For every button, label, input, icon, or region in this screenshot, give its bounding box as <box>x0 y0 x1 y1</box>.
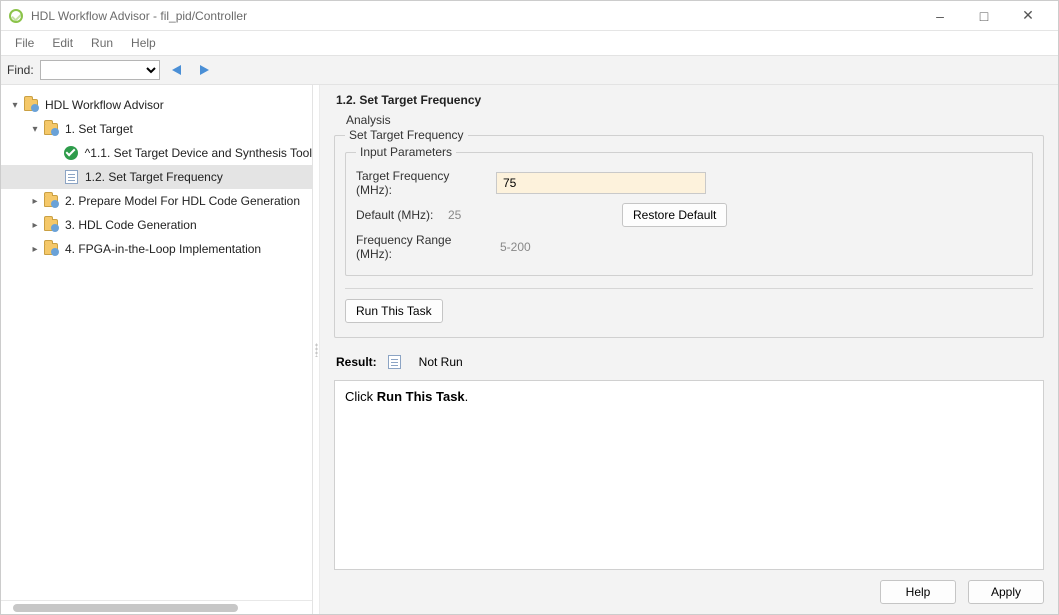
menu-help[interactable]: Help <box>123 34 164 52</box>
find-toolbar: Find: <box>1 55 1058 85</box>
footer: Help Apply <box>320 570 1058 614</box>
menu-edit[interactable]: Edit <box>44 34 81 52</box>
app-logo-icon <box>9 9 23 23</box>
chevron-right-icon[interactable]: ▸ <box>27 244 43 255</box>
result-output: Click Run This Task. <box>334 380 1044 570</box>
tree-item-label: 1. Set Target <box>65 122 133 136</box>
tree-item-label: 3. HDL Code Generation <box>65 218 197 232</box>
menu-bar: File Edit Run Help <box>1 31 1058 55</box>
tree-target-frequency[interactable]: 1.2. Set Target Frequency <box>1 165 312 189</box>
menu-run[interactable]: Run <box>83 34 121 52</box>
result-text-bold: Run This Task <box>377 389 465 404</box>
tree-root-label: HDL Workflow Advisor <box>45 98 164 112</box>
sidebar: ▾ HDL Workflow Advisor ▾ 1. Set Target <box>1 85 313 614</box>
chevron-down-icon[interactable]: ▾ <box>7 100 23 111</box>
chevron-right-icon[interactable]: ▸ <box>27 220 43 231</box>
find-prev-button[interactable] <box>166 60 188 80</box>
default-frequency-value: 25 <box>444 208 614 222</box>
folder-icon <box>24 99 38 111</box>
result-text-pre: Click <box>345 389 377 404</box>
check-circle-icon <box>64 146 78 160</box>
apply-button[interactable]: Apply <box>968 580 1044 604</box>
workflow-tree[interactable]: ▾ HDL Workflow Advisor ▾ 1. Set Target <box>1 85 312 600</box>
target-frequency-input[interactable] <box>496 172 706 194</box>
tree-prepare-model[interactable]: ▸ 2. Prepare Model For HDL Code Generati… <box>1 189 312 213</box>
input-parameters-group: Input Parameters Target Frequency (MHz):… <box>345 152 1033 276</box>
restore-default-button[interactable]: Restore Default <box>622 203 727 227</box>
find-label: Find: <box>7 63 34 77</box>
minimize-button[interactable]: – <box>918 2 962 30</box>
result-status: Not Run <box>419 355 463 369</box>
result-text-post: . <box>465 389 469 404</box>
tree-hdl-gen[interactable]: ▸ 3. HDL Code Generation <box>1 213 312 237</box>
content-panel: 1.2. Set Target Frequency Analysis Set T… <box>319 85 1058 614</box>
task-icon <box>65 170 78 184</box>
frequency-range-label: Frequency Range (MHz): <box>356 233 488 261</box>
folder-icon <box>44 243 58 255</box>
set-target-frequency-group: Set Target Frequency Input Parameters Ta… <box>334 135 1044 338</box>
tree-item-label: 4. FPGA-in-the-Loop Implementation <box>65 242 261 256</box>
folder-icon <box>44 219 58 231</box>
find-next-button[interactable] <box>194 60 216 80</box>
grip-icon <box>315 343 318 357</box>
tree-item-label: ^1.1. Set Target Device and Synthesis To… <box>85 146 312 160</box>
status-icon <box>388 355 401 369</box>
tree-target-device[interactable]: ^1.1. Set Target Device and Synthesis To… <box>1 141 312 165</box>
result-label: Result: <box>336 355 377 369</box>
find-input[interactable] <box>40 60 160 80</box>
run-this-task-button[interactable]: Run This Task <box>345 299 443 323</box>
tree-set-target[interactable]: ▾ 1. Set Target <box>1 117 312 141</box>
tree-item-label: 2. Prepare Model For HDL Code Generation <box>65 194 300 208</box>
chevron-down-icon[interactable]: ▾ <box>27 124 43 135</box>
arrow-left-icon <box>172 65 181 75</box>
help-button[interactable]: Help <box>880 580 956 604</box>
frequency-range-value: 5-200 <box>496 240 666 254</box>
target-frequency-label: Target Frequency (MHz): <box>356 169 488 197</box>
menu-file[interactable]: File <box>7 34 42 52</box>
inner-legend: Input Parameters <box>356 145 456 159</box>
folder-icon <box>44 123 58 135</box>
title-bar: HDL Workflow Advisor - fil_pid/Controlle… <box>1 1 1058 31</box>
arrow-right-icon <box>200 65 209 75</box>
folder-icon <box>44 195 58 207</box>
default-frequency-label: Default (MHz): <box>356 208 436 222</box>
tree-root[interactable]: ▾ HDL Workflow Advisor <box>1 93 312 117</box>
tree-item-label: 1.2. Set Target Frequency <box>85 170 223 184</box>
sidebar-scrollbar[interactable] <box>1 600 312 614</box>
maximize-button[interactable]: □ <box>962 2 1006 30</box>
window-title: HDL Workflow Advisor - fil_pid/Controlle… <box>31 9 918 23</box>
close-button[interactable]: ✕ <box>1006 2 1050 30</box>
chevron-right-icon[interactable]: ▸ <box>27 196 43 207</box>
group-legend: Set Target Frequency <box>345 128 468 142</box>
tree-fpga-loop[interactable]: ▸ 4. FPGA-in-the-Loop Implementation <box>1 237 312 261</box>
panel-title: 1.2. Set Target Frequency <box>334 85 1044 111</box>
